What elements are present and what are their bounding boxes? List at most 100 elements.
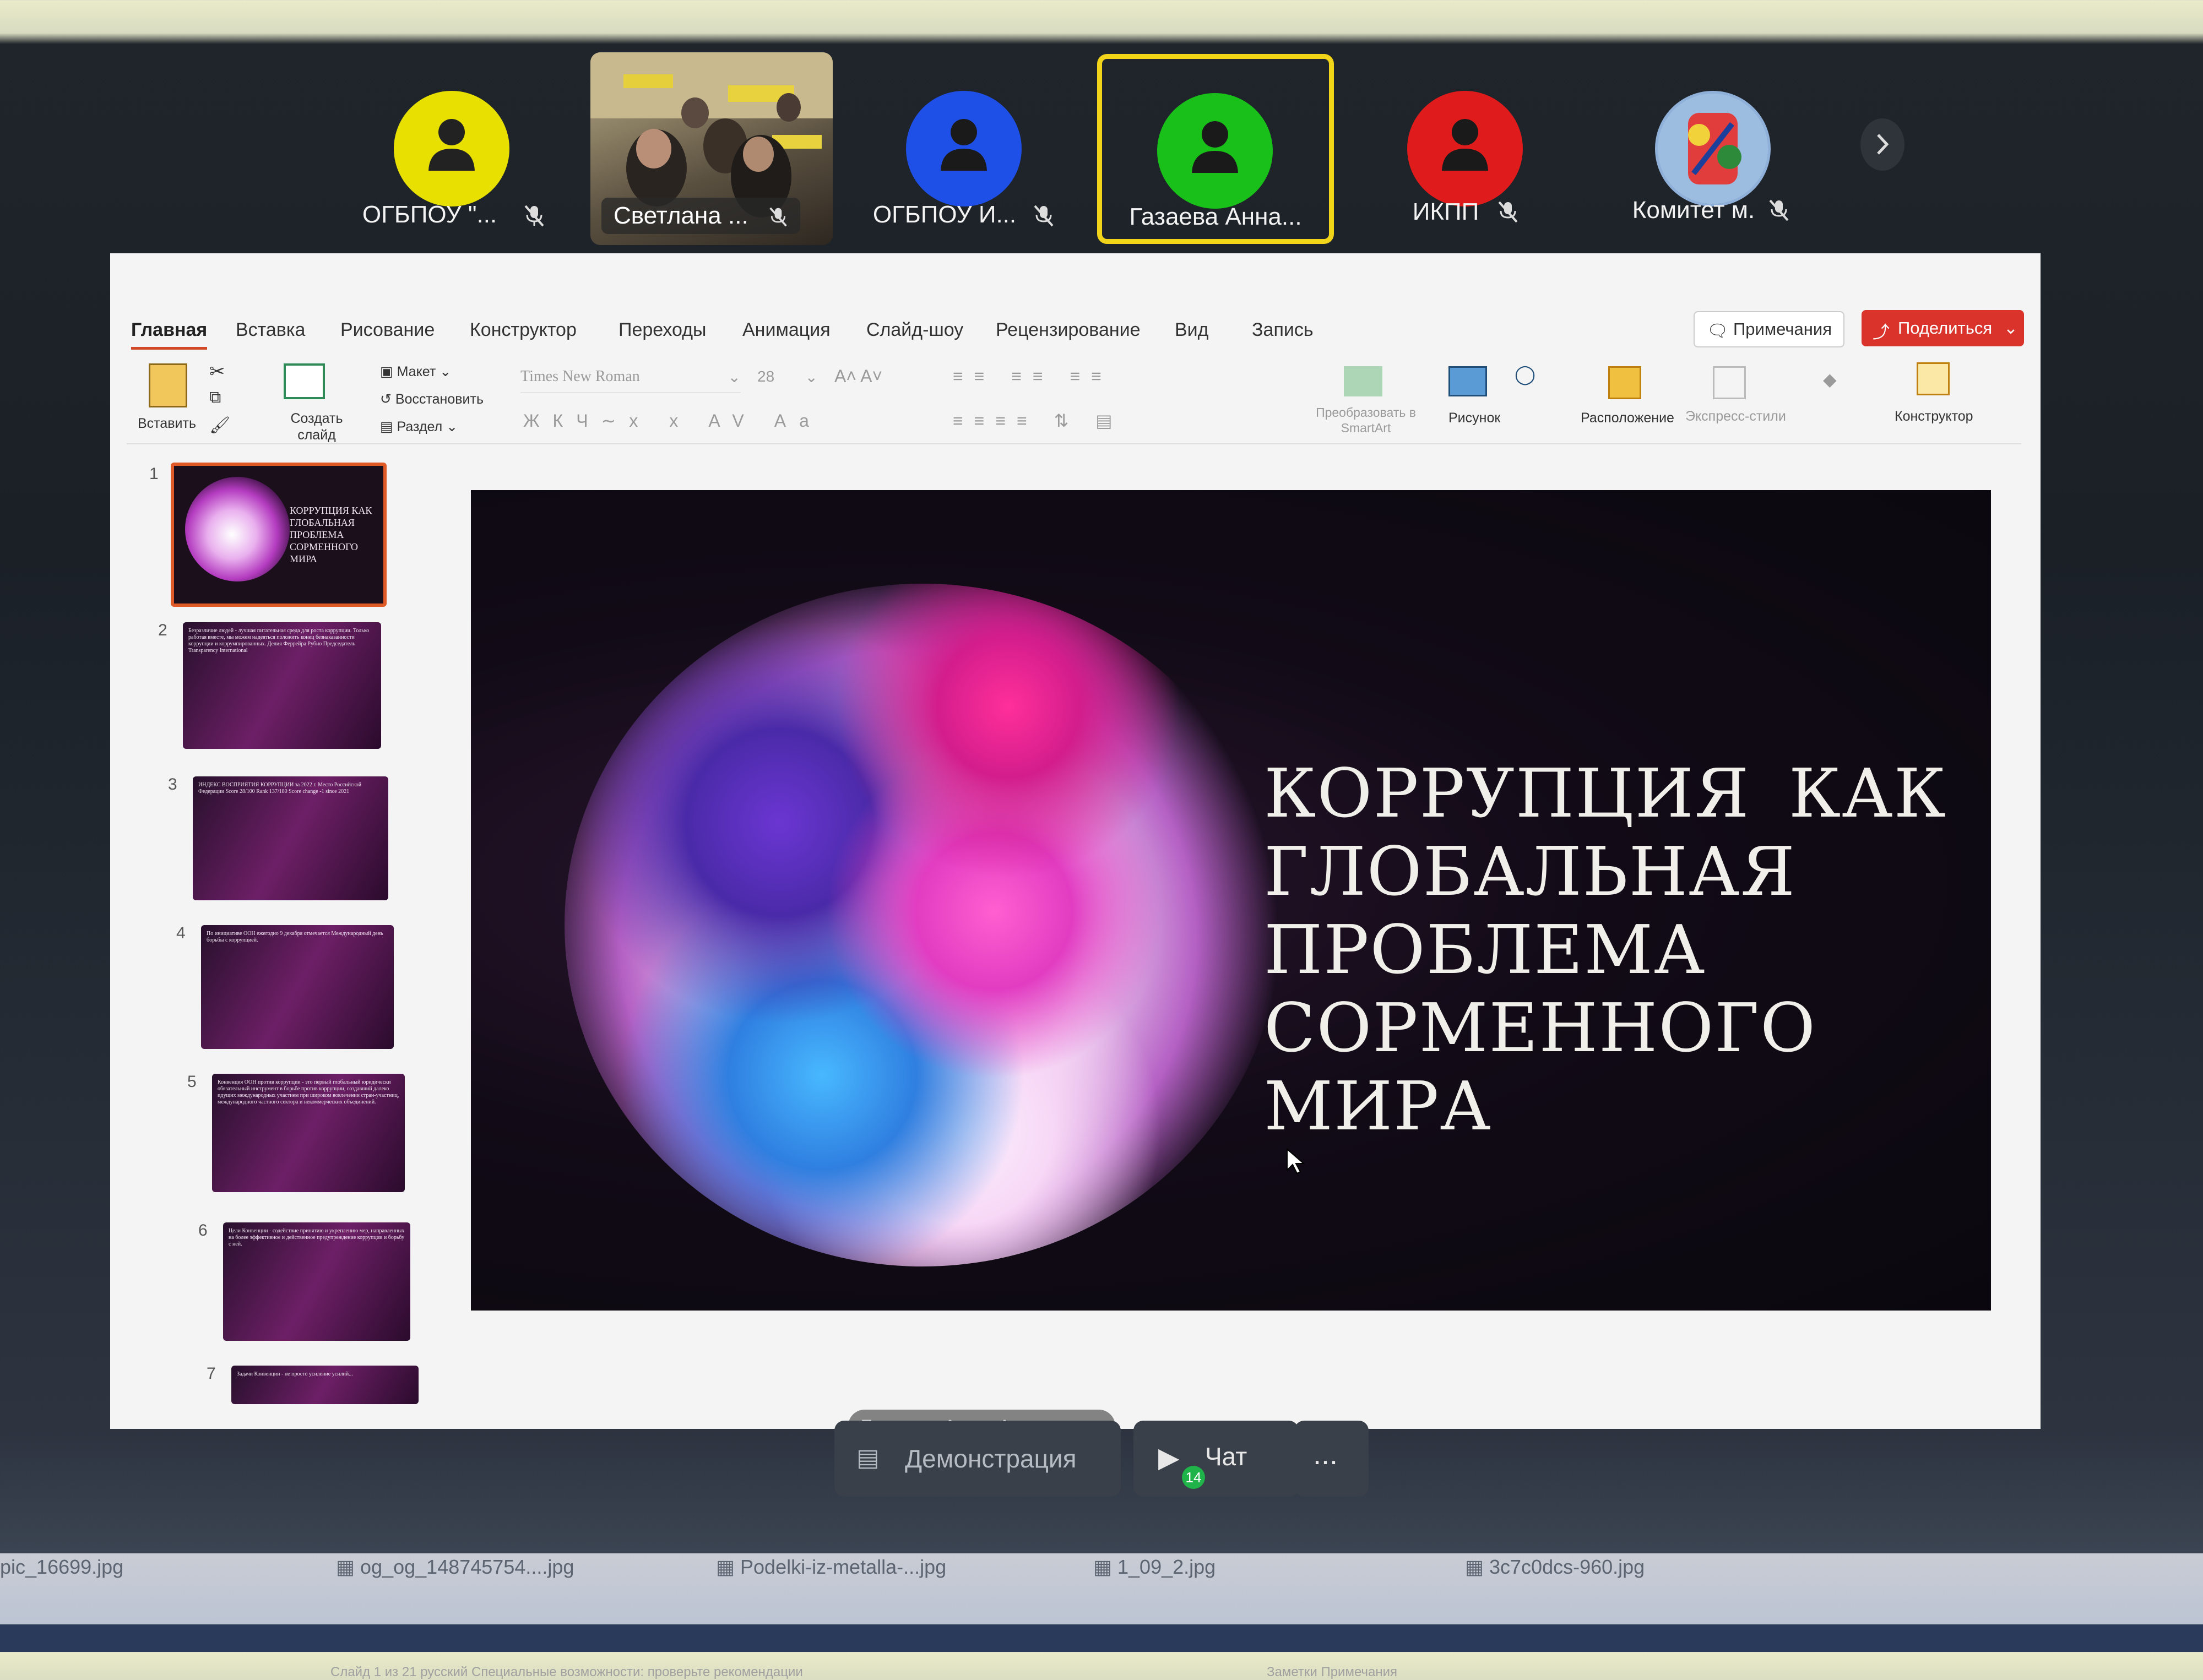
slide-thumbnail[interactable]: 2 Безразличие людей - лучшая питательная… — [158, 621, 381, 749]
slide-number: 3 — [168, 775, 177, 793]
participant-name: Комитет м. — [1632, 197, 1755, 224]
paste-icon[interactable] — [149, 363, 187, 407]
participant-name: Светлана ... — [614, 202, 748, 229]
download-item[interactable]: ▦ 1_09_2.jpg — [1093, 1556, 1216, 1579]
font-name-value: Times New Roman — [520, 368, 640, 385]
participant-tile[interactable]: ИКПП — [1349, 52, 1581, 242]
ribbon-divider — [127, 443, 2021, 444]
slide-canvas[interactable]: КОРРУПЦИЯ КАК ГЛОБАЛЬНАЯ ПРОБЛЕМА СОРМЕНН… — [471, 490, 1991, 1311]
notes-button[interactable]: 🗨 Примечания — [1694, 311, 1844, 347]
smartart-icon[interactable] — [1344, 366, 1382, 396]
font-size-value: 28 — [757, 368, 775, 385]
slide-number: 7 — [207, 1364, 216, 1383]
tab-draw[interactable]: Рисование — [340, 319, 435, 341]
mouse-cursor-icon — [1287, 1148, 1305, 1175]
paste-label[interactable]: Вставить — [138, 416, 196, 432]
slide-thumbnail[interactable]: 6 Цели Конвенции - содействие принятию и… — [198, 1221, 410, 1341]
designer-label[interactable]: Конструктор — [1895, 409, 1973, 425]
reset-button[interactable]: ↺ Восстановить — [380, 391, 484, 407]
avatar — [906, 91, 1022, 206]
emblem-icon — [1658, 94, 1768, 204]
shapes-icon[interactable]: ◯ — [1515, 363, 1535, 385]
tab-transitions[interactable]: Переходы — [618, 319, 706, 341]
image-file-icon: ▦ — [1465, 1556, 1490, 1578]
download-filename: Podelki-iz-metalla-...jpg — [740, 1556, 947, 1578]
notes-label: Примечания — [1733, 319, 1832, 339]
slide-number: 6 — [198, 1221, 208, 1239]
user-icon — [941, 119, 987, 171]
tab-record[interactable]: Запись — [1252, 319, 1314, 341]
tab-slideshow[interactable]: Слайд-шоу — [866, 319, 963, 341]
slide-thumbnail[interactable]: 3 ИНДЕКС ВОСПРИЯТИЯ КОРРУПЦИИ за 2022 г.… — [168, 775, 388, 900]
next-participants-button[interactable] — [1860, 118, 1904, 171]
tab-view[interactable]: Вид — [1175, 319, 1209, 341]
chat-button[interactable]: ▶ 14 Чат — [1133, 1421, 1299, 1497]
grow-font-icon[interactable]: A˄ A˅ — [834, 366, 882, 387]
participant-video-tile[interactable]: Светлана ... — [590, 52, 833, 245]
text-format-icons[interactable]: ЖКЧ∼x x AV Aa — [523, 410, 822, 431]
mic-muted-icon — [1769, 199, 1789, 221]
font-size-select[interactable]: 28 ⌄ — [757, 368, 818, 385]
list-icons[interactable]: ≡≡ ≡≡ ≡≡ — [953, 366, 1113, 387]
share-label: Поделиться — [1898, 318, 1993, 338]
download-filename: 3c7c0dcs-960.jpg — [1489, 1556, 1645, 1578]
copy-icon[interactable]: ⧉ — [209, 388, 221, 407]
font-name-select[interactable]: Times New Roman ⌄ — [520, 368, 741, 393]
slide-number: 4 — [176, 924, 186, 942]
picture-label[interactable]: Рисунок — [1448, 410, 1500, 426]
participant-tile[interactable]: ОГБПОУ И... — [848, 52, 1079, 242]
new-slide-icon[interactable] — [284, 363, 325, 399]
slide-thumbnail[interactable]: 5 Конвенция ООН против коррупции - это п… — [187, 1073, 405, 1192]
ribbon-toolbar: Вставить ✂ ⧉ 🖌 Создать слайд ▣ Макет ⌄ ↺… — [127, 358, 2021, 443]
section-button[interactable]: ▤ Раздел ⌄ — [380, 418, 458, 435]
align-icons[interactable]: ≡≡≡≡ ⇅ ▤ — [953, 410, 1124, 431]
user-icon — [428, 119, 475, 171]
create-slide-label[interactable]: Создать слайд — [284, 410, 350, 443]
tab-review[interactable]: Рецензирование — [996, 319, 1141, 341]
picture-icon[interactable] — [1448, 366, 1487, 396]
format-painter-icon[interactable]: 🖌 — [209, 416, 230, 435]
chat-label: Чат — [1205, 1442, 1247, 1471]
participant-tile[interactable]: Комитет м. — [1597, 52, 1828, 242]
mic-muted-icon — [1498, 201, 1518, 223]
layout-button[interactable]: ▣ Макет ⌄ — [380, 363, 451, 380]
quick-styles-icon[interactable] — [1713, 366, 1746, 399]
slide-thumbnail[interactable]: 4 По инициативе ООН ежегодно 9 декабря о… — [176, 924, 394, 1049]
participant-name: ИКПП — [1412, 198, 1479, 225]
thumbnail-text: Конвенция ООН против коррупции - это пер… — [218, 1079, 399, 1105]
tab-animations[interactable]: Анимация — [742, 319, 831, 341]
quick-styles-label[interactable]: Экспресс-стили — [1685, 409, 1786, 425]
chat-unread-badge: 14 — [1182, 1466, 1205, 1489]
share-icon: ⤴ — [1873, 323, 1890, 342]
tab-home[interactable]: Главная — [131, 319, 208, 350]
download-filename: 1_09_2.jpg — [1117, 1556, 1216, 1578]
more-options-button[interactable]: ... — [1294, 1421, 1369, 1497]
smoke-globe-image — [565, 584, 1280, 1266]
download-item[interactable]: ▦ Podelki-iz-metalla-...jpg — [716, 1556, 946, 1579]
arrange-icon[interactable] — [1608, 366, 1641, 399]
tab-insert[interactable]: Вставка — [236, 319, 305, 341]
demonstration-button[interactable]: ▤ Демонстрация — [834, 1421, 1121, 1497]
download-item[interactable]: ▦ og_og_148745754....jpg — [336, 1556, 574, 1579]
slide-thumbnail[interactable]: 7 Задачи Конвенции - не просто усиление … — [207, 1364, 419, 1404]
cut-icon[interactable]: ✂ — [209, 361, 225, 383]
participant-tile-active-speaker[interactable]: Газаева Анна... — [1097, 54, 1334, 244]
status-bar: Слайд 1 из 21 русский Специальные возмож… — [330, 1665, 803, 1679]
arrange-label[interactable]: Расположение — [1581, 410, 1674, 426]
share-button[interactable]: ⤴ Поделиться ⌄ — [1862, 310, 2024, 346]
tab-design[interactable]: Конструктор — [470, 319, 577, 341]
thumbnail-text: ИНДЕКС ВОСПРИЯТИЯ КОРРУПЦИИ за 2022 г. М… — [198, 782, 362, 795]
slide-thumbnail[interactable]: 1 КОРРУПЦИЯ КАК ГЛОБАЛЬНАЯ ПРОБЛЕМА СОРМ… — [149, 463, 387, 607]
os-taskbar — [0, 1624, 2203, 1652]
participant-tile[interactable]: ОГБПОУ "... — [336, 52, 567, 242]
smartart-label[interactable]: Преобразовать в SmartArt — [1311, 405, 1421, 436]
download-item[interactable]: ▦ 3c7c0dcs-960.jpg — [1465, 1556, 1645, 1579]
thumbnail-text: Цели Конвенции - содействие принятию и у… — [229, 1228, 405, 1247]
thumbnail-text: Задачи Конвенции - не просто усиление ус… — [237, 1371, 353, 1377]
user-icon — [1442, 119, 1488, 171]
download-item[interactable]: pic_16699.jpg — [0, 1556, 123, 1579]
thumbnail-text: По инициативе ООН ежегодно 9 декабря отм… — [207, 931, 383, 943]
designer-icon[interactable] — [1917, 362, 1950, 395]
fill-icon[interactable]: ◆ — [1823, 369, 1837, 390]
mic-muted-icon — [524, 205, 544, 227]
